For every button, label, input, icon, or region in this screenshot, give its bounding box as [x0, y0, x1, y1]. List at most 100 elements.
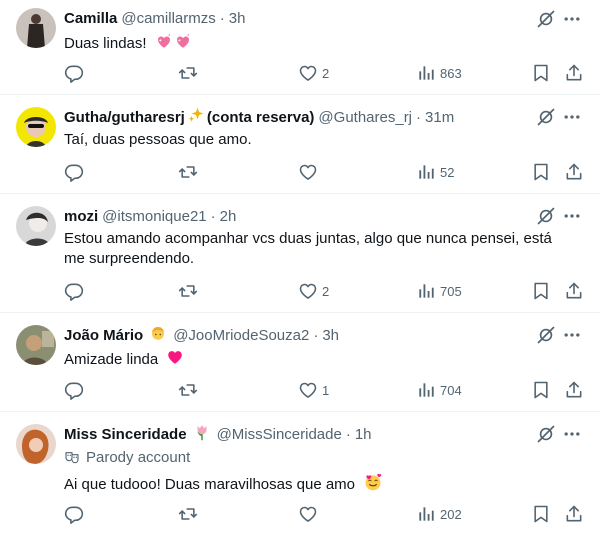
like-button[interactable] — [298, 504, 322, 524]
grok-icon[interactable] — [536, 9, 556, 29]
like-button[interactable]: 2 — [298, 281, 329, 301]
views-button[interactable]: 52 — [416, 162, 454, 182]
share-button[interactable] — [564, 281, 584, 301]
reply-button[interactable] — [64, 380, 84, 400]
share-button[interactable] — [564, 63, 584, 83]
reply-tweet[interactable]: mozi @itsmonique21 · 2h Estou amando aco… — [0, 194, 600, 313]
reply-button[interactable] — [64, 504, 84, 524]
retweet-icon — [178, 63, 198, 83]
more-options-icon[interactable] — [562, 206, 582, 226]
handle[interactable]: @MissSinceridade — [217, 425, 342, 445]
sparkling-hearts-icon — [155, 32, 173, 56]
reply-button[interactable] — [64, 281, 84, 301]
views-button[interactable]: 704 — [416, 380, 462, 400]
view-count: 705 — [440, 283, 462, 299]
blond-person-icon — [149, 324, 167, 348]
avatar[interactable] — [16, 325, 56, 365]
share-icon — [564, 380, 584, 400]
tweet-header: Camilla @camillarmzs · 3h — [64, 9, 245, 29]
tweet-text: Amizade linda — [64, 348, 576, 372]
heart-icon — [298, 504, 318, 524]
retweet-button[interactable] — [178, 63, 198, 83]
grok-icon[interactable] — [536, 206, 556, 226]
tweet-header: Gutha/gutharesrj (conta reserva) @Guthar… — [64, 108, 454, 128]
bookmark-button[interactable] — [531, 63, 551, 83]
reply-button[interactable] — [64, 162, 84, 182]
like-button[interactable] — [298, 162, 322, 182]
reply-tweet[interactable]: João Mário @JooMriodeSouza2 · 3h Amizade… — [0, 313, 600, 412]
handle[interactable]: @itsmonique21 — [102, 207, 206, 227]
reply-button[interactable] — [64, 63, 84, 83]
like-button[interactable]: 2 — [298, 63, 329, 83]
parody-label: Parody account — [64, 448, 190, 468]
views-button[interactable]: 202 — [416, 504, 462, 524]
display-name-suffix[interactable]: (conta reserva) — [207, 108, 315, 128]
like-count: 2 — [322, 283, 330, 299]
retweet-button[interactable] — [178, 504, 198, 524]
bookmark-button[interactable] — [531, 162, 551, 182]
tweet-header: mozi @itsmonique21 · 2h — [64, 207, 236, 227]
like-button[interactable]: 1 — [298, 380, 329, 400]
share-button[interactable] — [564, 504, 584, 524]
views-button[interactable]: 863 — [416, 63, 462, 83]
display-name[interactable]: João Mário — [64, 326, 143, 346]
more-options-icon[interactable] — [562, 424, 582, 444]
more-options-icon[interactable] — [562, 107, 582, 127]
retweet-button[interactable] — [178, 380, 198, 400]
bookmark-button[interactable] — [531, 380, 551, 400]
tweet-actions: 202 — [64, 504, 584, 524]
share-button[interactable] — [564, 380, 584, 400]
timestamp[interactable]: 2h — [220, 207, 237, 227]
display-name[interactable]: Gutha/gutharesrj — [64, 108, 185, 128]
more-options-icon[interactable] — [562, 9, 582, 29]
tweet-text: Duas lindas! — [64, 32, 576, 56]
retweet-button[interactable] — [178, 162, 198, 182]
more-options-icon[interactable] — [562, 325, 582, 345]
handle[interactable]: @JooMriodeSouza2 — [173, 326, 309, 346]
tweet-header: Miss Sinceridade @MissSinceridade · 1h — [64, 425, 372, 445]
avatar[interactable] — [16, 8, 56, 48]
avatar[interactable] — [16, 107, 56, 147]
display-name[interactable]: Miss Sinceridade — [64, 425, 187, 445]
reply-icon — [64, 162, 84, 182]
timestamp[interactable]: 3h — [322, 326, 339, 346]
reply-icon — [64, 281, 84, 301]
reply-tweet[interactable]: Camilla @camillarmzs · 3h Duas lindas! 2… — [0, 0, 600, 95]
timestamp[interactable]: 31m — [425, 108, 454, 128]
bookmark-button[interactable] — [531, 281, 551, 301]
display-name[interactable]: mozi — [64, 207, 98, 227]
handle[interactable]: @camillarmzs — [121, 9, 215, 29]
grok-icon[interactable] — [536, 107, 556, 127]
view-count: 704 — [440, 382, 462, 398]
reply-tweet[interactable]: Miss Sinceridade @MissSinceridade · 1h P… — [0, 412, 600, 542]
handle[interactable]: @Guthares_rj — [318, 108, 412, 128]
display-name[interactable]: Camilla — [64, 9, 117, 29]
timestamp[interactable]: 3h — [229, 9, 246, 29]
sparkling-hearts-icon — [174, 32, 192, 56]
tweet-text: Estou amando acompanhar vcs duas juntas,… — [64, 229, 576, 269]
sparkles-icon — [187, 106, 205, 130]
heart-icon — [298, 380, 318, 400]
grok-icon[interactable] — [536, 424, 556, 444]
view-count: 202 — [440, 506, 462, 522]
tweet-actions: 2 863 — [64, 63, 584, 83]
tweet-actions: 52 — [64, 162, 584, 182]
share-button[interactable] — [564, 162, 584, 182]
views-icon — [416, 63, 436, 83]
tweet-text-content: Amizade linda — [64, 350, 159, 368]
retweet-button[interactable] — [178, 281, 198, 301]
tweet-text: Ai que tudooo! Duas maravilhosas que amo — [64, 472, 576, 498]
timestamp[interactable]: 1h — [355, 425, 372, 445]
retweet-icon — [178, 162, 198, 182]
reply-tweet[interactable]: Gutha/gutharesrj (conta reserva) @Guthar… — [0, 95, 600, 194]
reply-icon — [64, 380, 84, 400]
reply-icon — [64, 504, 84, 524]
bookmark-button[interactable] — [531, 504, 551, 524]
like-count: 1 — [322, 382, 330, 398]
views-icon — [416, 281, 436, 301]
grok-icon[interactable] — [536, 325, 556, 345]
avatar[interactable] — [16, 424, 56, 464]
avatar[interactable] — [16, 206, 56, 246]
bookmark-icon — [531, 281, 551, 301]
views-button[interactable]: 705 — [416, 281, 462, 301]
